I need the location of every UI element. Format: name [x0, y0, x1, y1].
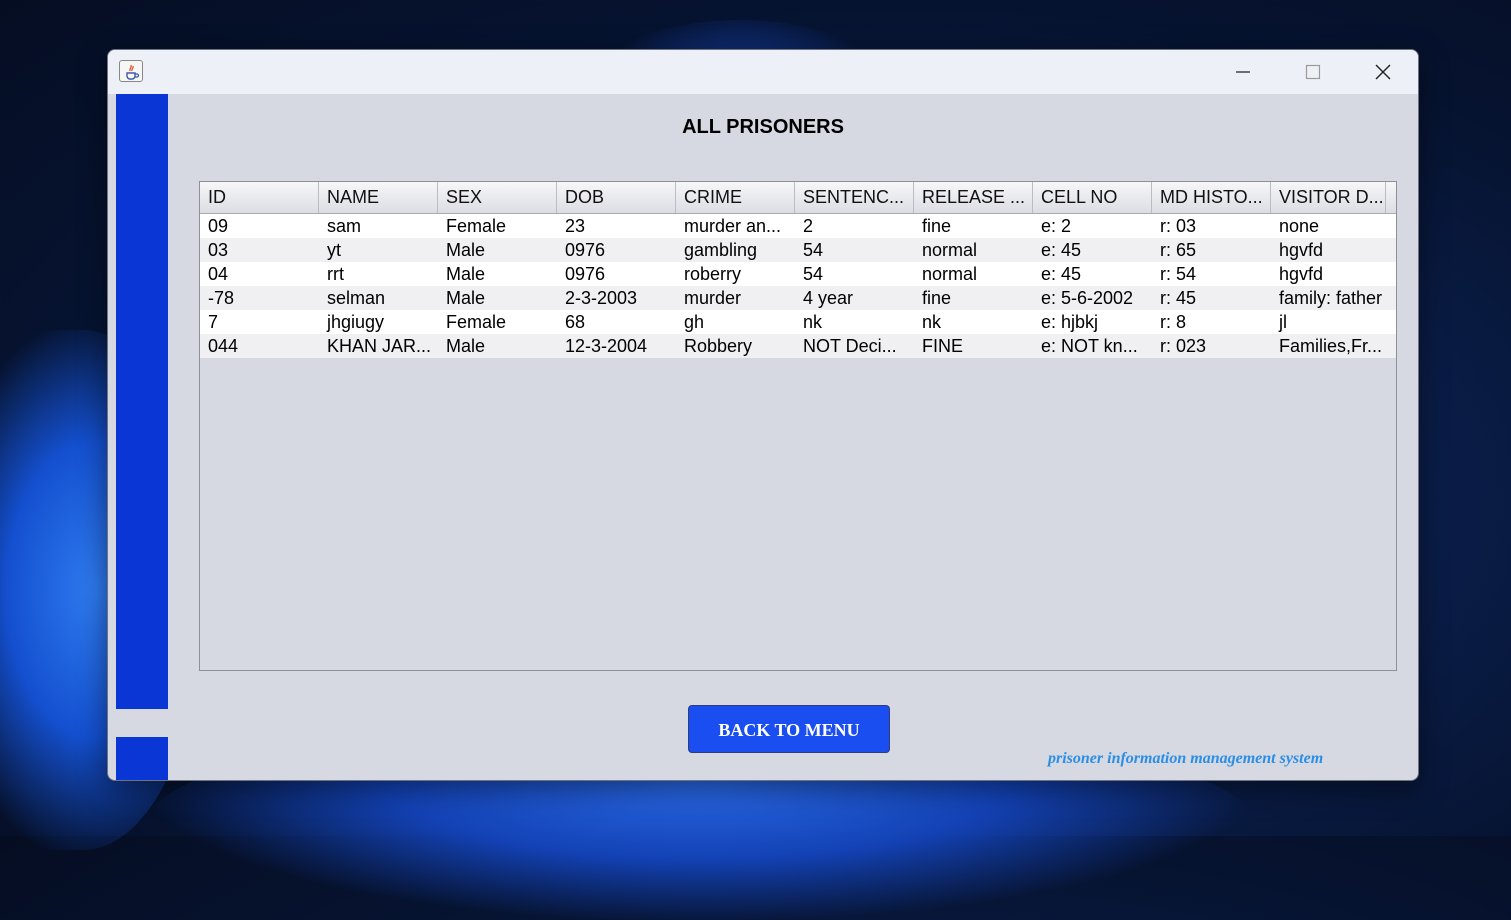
- table-body: 09 sam Female 23 murder an... 2 fine e: 2 r: 03 n…: [200, 214, 1396, 358]
- table-cell[interactable]: e: NOT kn...: [1033, 334, 1152, 358]
- column-header[interactable]: DOB: [557, 182, 676, 213]
- table-cell[interactable]: FINE: [914, 334, 1033, 358]
- table-cell[interactable]: hgvfd: [1271, 238, 1386, 262]
- minimize-button[interactable]: [1208, 50, 1278, 94]
- column-header[interactable]: NAME: [319, 182, 438, 213]
- table-row[interactable]: 7 jhgiugy Female 68 gh nk nk e: hjbkj r: 8 jl: [200, 310, 1396, 334]
- column-header[interactable]: CELL NO: [1033, 182, 1152, 213]
- table-cell[interactable]: 23: [557, 214, 676, 238]
- table-cell[interactable]: Male: [438, 262, 557, 286]
- title-bar[interactable]: [108, 50, 1418, 94]
- table-cell[interactable]: Female: [438, 310, 557, 334]
- table-cell[interactable]: r: 65: [1152, 238, 1271, 262]
- table-cell[interactable]: yt: [319, 238, 438, 262]
- table-cell[interactable]: gh: [676, 310, 795, 334]
- side-accent-bar-bottom: [116, 737, 168, 780]
- table-cell[interactable]: e: hjbkj: [1033, 310, 1152, 334]
- close-icon: [1375, 64, 1391, 80]
- table-cell[interactable]: -78: [200, 286, 319, 310]
- table-cell[interactable]: KHAN JAR...: [319, 334, 438, 358]
- table-cell[interactable]: r: 45: [1152, 286, 1271, 310]
- table-cell[interactable]: r: 8: [1152, 310, 1271, 334]
- table-row[interactable]: 044 KHAN JAR... Male 12-3-2004 Robbery NOT De…: [200, 334, 1396, 358]
- table-cell[interactable]: normal: [914, 262, 1033, 286]
- table-cell[interactable]: jl: [1271, 310, 1386, 334]
- table-cell[interactable]: roberry: [676, 262, 795, 286]
- table-cell[interactable]: 04: [200, 262, 319, 286]
- table-cell[interactable]: Female: [438, 214, 557, 238]
- column-header[interactable]: SENTENC...: [795, 182, 914, 213]
- table-cell[interactable]: 4 year: [795, 286, 914, 310]
- table-cell[interactable]: Families,Fr...: [1271, 334, 1386, 358]
- column-header[interactable]: CRIME: [676, 182, 795, 213]
- table-cell[interactable]: Male: [438, 334, 557, 358]
- table-row[interactable]: 03 yt Male 0976 gambling 54 normal e: 45 r: 65 hg…: [200, 238, 1396, 262]
- java-app-icon: [119, 60, 143, 82]
- table-row[interactable]: 04 rrt Male 0976 roberry 54 normal e: 45 r: 54 hg…: [200, 262, 1396, 286]
- table-cell[interactable]: 7: [200, 310, 319, 334]
- table-cell[interactable]: Robbery: [676, 334, 795, 358]
- column-header[interactable]: RELEASE ...: [914, 182, 1033, 213]
- table-cell[interactable]: Male: [438, 238, 557, 262]
- table-cell[interactable]: e: 45: [1033, 238, 1152, 262]
- app-window: ALL PRISONERS ID NAME SEX DOB CRIME SENTENC..…: [107, 49, 1419, 781]
- table-header-row: ID NAME SEX DOB CRIME SENTENC... RELEASE ... CE…: [200, 182, 1396, 214]
- table-cell[interactable]: murder: [676, 286, 795, 310]
- table-row[interactable]: 09 sam Female 23 murder an... 2 fine e: 2 r: 03 n…: [200, 214, 1396, 238]
- table-cell[interactable]: selman: [319, 286, 438, 310]
- table-cell[interactable]: nk: [795, 310, 914, 334]
- minimize-icon: [1236, 71, 1250, 73]
- table-cell[interactable]: 2: [795, 214, 914, 238]
- maximize-button[interactable]: [1278, 50, 1348, 94]
- table-cell[interactable]: gambling: [676, 238, 795, 262]
- table-cell[interactable]: nk: [914, 310, 1033, 334]
- table-cell[interactable]: murder an...: [676, 214, 795, 238]
- table-cell[interactable]: hgvfd: [1271, 262, 1386, 286]
- table-cell[interactable]: 68: [557, 310, 676, 334]
- table-cell[interactable]: e: 2: [1033, 214, 1152, 238]
- column-header[interactable]: VISITOR D...: [1271, 182, 1386, 213]
- table-cell[interactable]: NOT Deci...: [795, 334, 914, 358]
- table-cell[interactable]: fine: [914, 214, 1033, 238]
- table-cell[interactable]: 0976: [557, 238, 676, 262]
- table-cell[interactable]: 09: [200, 214, 319, 238]
- table-cell[interactable]: 54: [795, 262, 914, 286]
- column-header[interactable]: ID: [200, 182, 319, 213]
- table-cell[interactable]: e: 45: [1033, 262, 1152, 286]
- table-cell[interactable]: 12-3-2004: [557, 334, 676, 358]
- column-header[interactable]: MD HISTO...: [1152, 182, 1271, 213]
- table-cell[interactable]: r: 03: [1152, 214, 1271, 238]
- table-row[interactable]: -78 selman Male 2-3-2003 murder 4 year fine e: …: [200, 286, 1396, 310]
- table-cell[interactable]: jhgiugy: [319, 310, 438, 334]
- table-cell[interactable]: rrt: [319, 262, 438, 286]
- table-cell[interactable]: fine: [914, 286, 1033, 310]
- page-title: ALL PRISONERS: [682, 116, 844, 138]
- table-cell[interactable]: r: 023: [1152, 334, 1271, 358]
- system-caption: prisoner information management system: [1048, 750, 1324, 767]
- column-header[interactable]: SEX: [438, 182, 557, 213]
- table-cell[interactable]: 2-3-2003: [557, 286, 676, 310]
- close-button[interactable]: [1348, 50, 1418, 94]
- table-cell[interactable]: 54: [795, 238, 914, 262]
- maximize-icon: [1305, 64, 1321, 80]
- table-cell[interactable]: r: 54: [1152, 262, 1271, 286]
- table-cell[interactable]: normal: [914, 238, 1033, 262]
- table-cell[interactable]: 03: [200, 238, 319, 262]
- table-cell[interactable]: family: father: [1271, 286, 1386, 310]
- table-cell[interactable]: Male: [438, 286, 557, 310]
- table-cell[interactable]: 044: [200, 334, 319, 358]
- table-cell[interactable]: e: 5-6-2002: [1033, 286, 1152, 310]
- prisoners-table[interactable]: ID NAME SEX DOB CRIME SENTENC... RELEASE ... CE…: [199, 181, 1397, 671]
- table-cell[interactable]: none: [1271, 214, 1386, 238]
- table-cell[interactable]: sam: [319, 214, 438, 238]
- side-accent-bar: [116, 94, 168, 709]
- table-cell[interactable]: 0976: [557, 262, 676, 286]
- back-to-menu-button[interactable]: BACK TO MENU: [688, 705, 890, 753]
